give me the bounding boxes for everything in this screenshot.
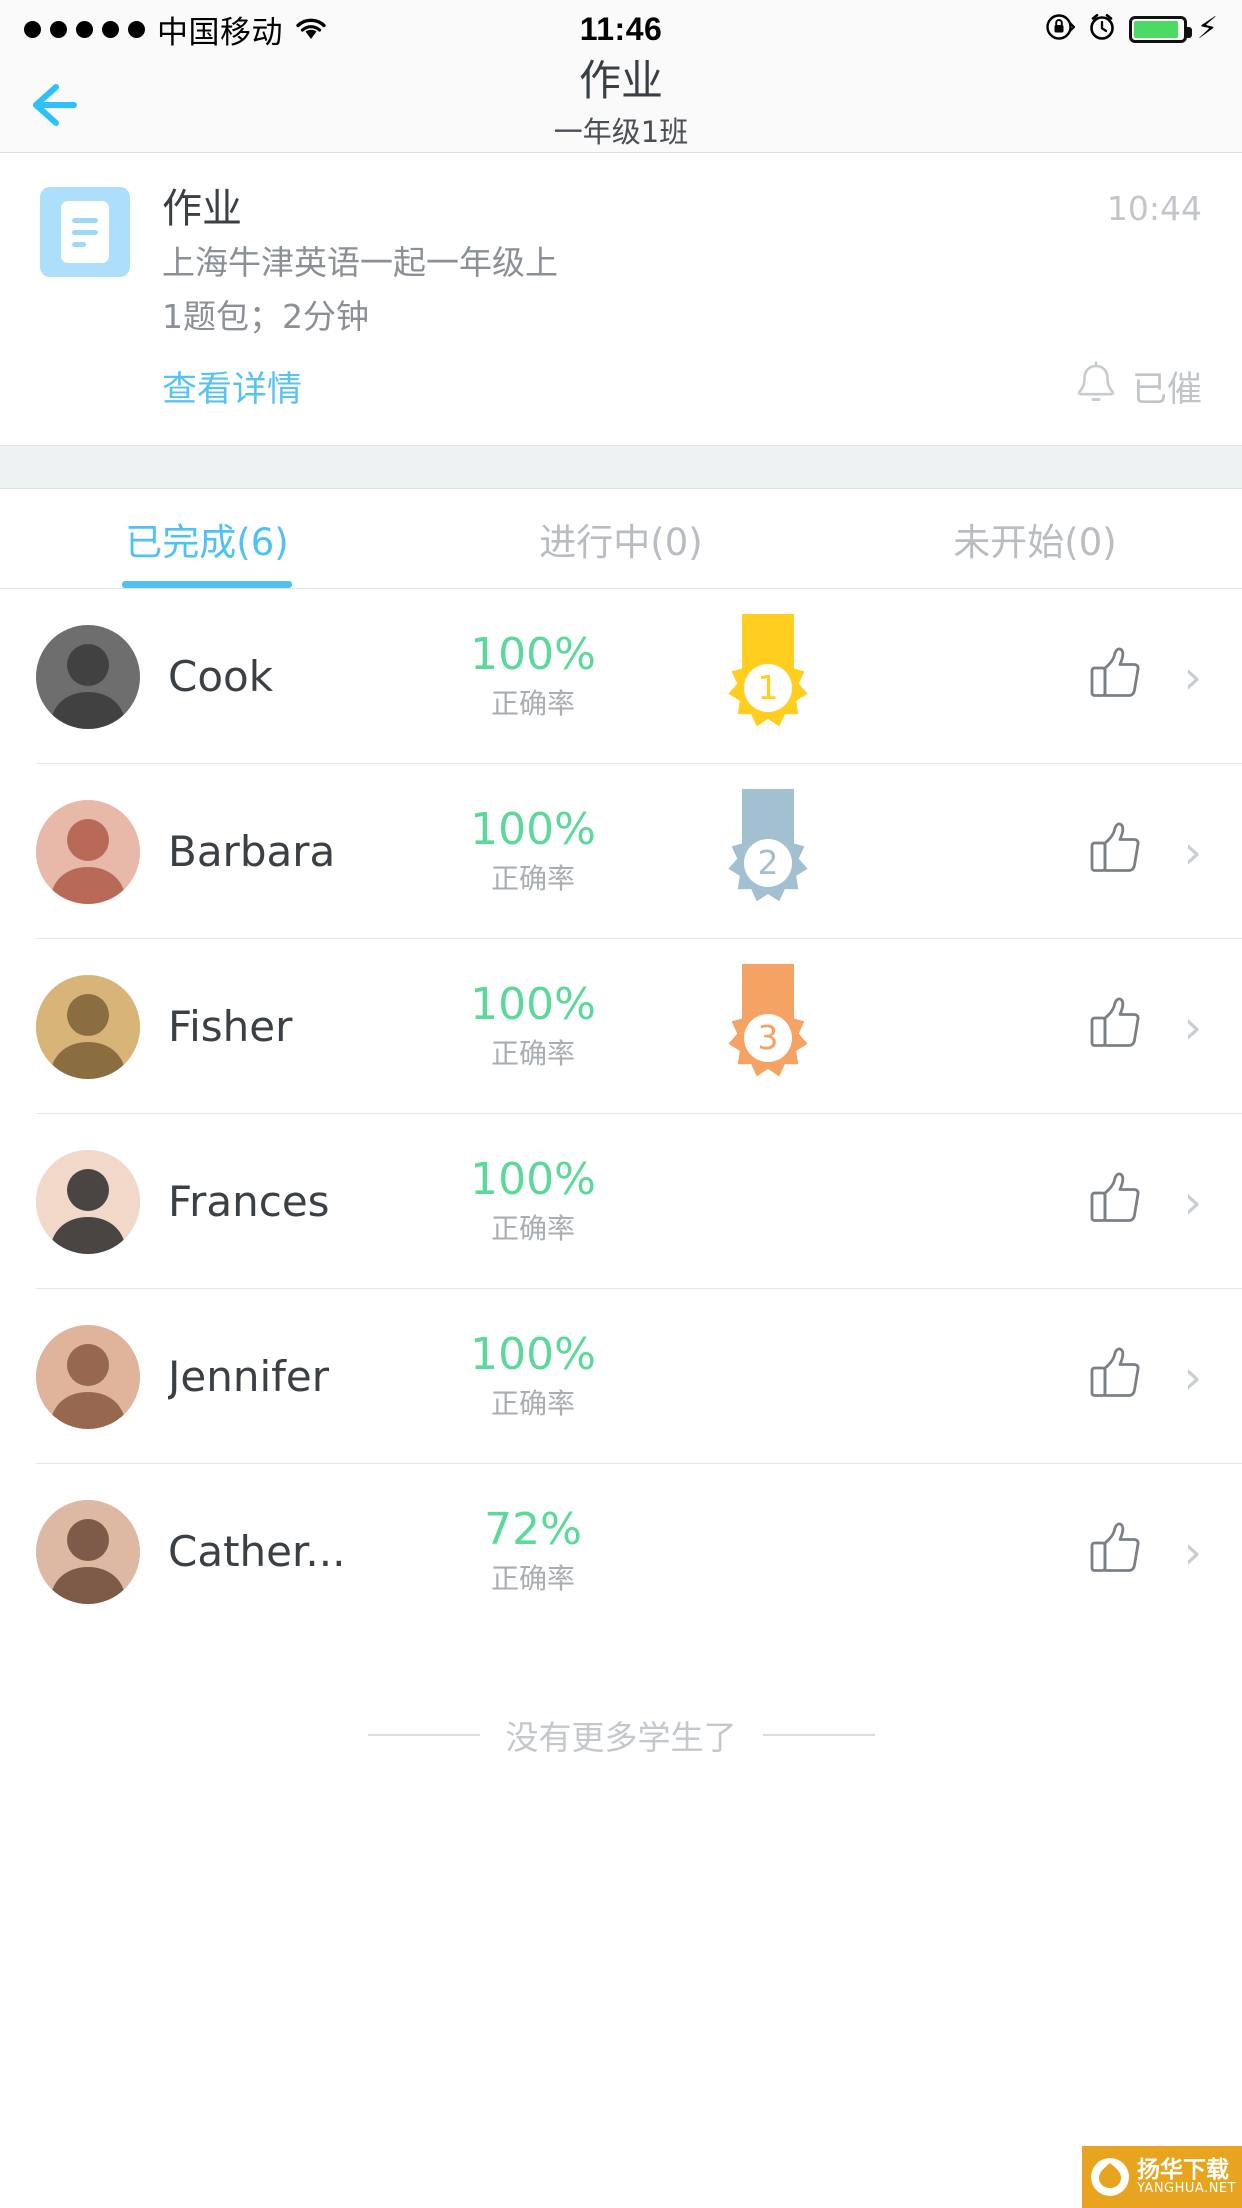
alarm-clock-icon — [1087, 12, 1117, 47]
status-bar-right: ⚡ — [1045, 12, 1218, 47]
status-bar: 中国移动 11:46 ⚡ — [0, 0, 1242, 58]
accuracy-value: 100% — [470, 1328, 596, 1380]
assignment-desc-line1: 上海牛津英语一起一年级上 — [162, 243, 558, 282]
table-row[interactable]: Jennifer 100% 正确率 › — [0, 1289, 1242, 1465]
accuracy-value: 100% — [470, 1153, 596, 1205]
accuracy-label: 正确率 — [490, 686, 575, 720]
list-end-footer: 没有更多学生了 — [0, 1639, 1242, 1759]
score-cell: 100% 正确率 — [428, 803, 638, 897]
footer-text: 没有更多学生了 — [505, 1718, 737, 1758]
avatar[interactable] — [36, 1149, 140, 1254]
rank-medal-icon: 1 — [638, 612, 898, 742]
student-name: Frances — [168, 1177, 330, 1227]
watermark: 扬华下载 YANGHUA.NET — [1082, 2146, 1242, 2208]
svg-text:3: 3 — [758, 1018, 779, 1057]
table-row[interactable]: Cook 100% 正确率 1 › — [0, 589, 1242, 765]
chevron-right-icon[interactable]: › — [1184, 1354, 1202, 1400]
score-cell: 100% 正确率 — [428, 628, 638, 722]
row-actions: › — [1088, 995, 1202, 1058]
student-name: Cather... — [168, 1527, 346, 1577]
charging-bolt-icon: ⚡ — [1196, 12, 1218, 45]
status-tabs: 已完成(6) 进行中(0) 未开始(0) — [0, 489, 1242, 590]
accuracy-label: 正确率 — [490, 1036, 575, 1070]
accuracy-label: 正确率 — [490, 1561, 575, 1595]
table-row[interactable]: Cather... 72% 正确率 › — [0, 1464, 1242, 1639]
avatar[interactable] — [36, 799, 140, 904]
rank-medal-icon: 2 — [638, 787, 898, 917]
score-cell: 100% 正确率 — [428, 1153, 638, 1247]
assignment-card-top: 作业 上海牛津英语一起一年级上 1题包；2分钟 — [40, 187, 1202, 338]
assignment-desc-line2: 1题包；2分钟 — [162, 296, 369, 336]
section-divider — [0, 445, 1242, 490]
navbar-titles: 作业 一年级1班 — [0, 55, 1242, 151]
navigation-bar: 作业 一年级1班 — [0, 58, 1242, 153]
assignment-time: 10:44 — [1106, 189, 1202, 228]
chevron-right-icon[interactable]: › — [1184, 1529, 1202, 1575]
avatar[interactable] — [36, 1324, 140, 1429]
view-detail-link[interactable]: 查看详情 — [162, 361, 302, 412]
row-actions: › — [1088, 1345, 1202, 1408]
student-list: Cook 100% 正确率 1 › Barbara 100% 正确率 2 › Fisher 100% 正… — [0, 589, 1242, 1640]
accuracy-label: 正确率 — [490, 861, 575, 895]
row-actions: › — [1088, 820, 1202, 883]
student-name: Cook — [168, 652, 274, 702]
rotation-lock-icon — [1045, 12, 1076, 47]
student-name: Fisher — [168, 1002, 293, 1052]
svg-text:1: 1 — [758, 668, 779, 707]
avatar[interactable] — [36, 624, 140, 729]
remind-label: 已催 — [1131, 370, 1202, 411]
page-title: 作业 — [578, 55, 663, 105]
watermark-line1: 扬华下载 — [1137, 2157, 1229, 2184]
chevron-right-icon[interactable]: › — [1184, 829, 1202, 875]
avatar[interactable] — [36, 974, 140, 1079]
score-cell: 72% 正确率 — [428, 1503, 638, 1597]
chevron-right-icon[interactable]: › — [1184, 1004, 1202, 1050]
student-name: Jennifer — [168, 1352, 330, 1402]
accuracy-value: 100% — [470, 978, 596, 1030]
footer-rule-left — [367, 1734, 480, 1737]
thumbs-up-icon[interactable] — [1088, 1170, 1144, 1233]
chevron-right-icon[interactable]: › — [1184, 1179, 1202, 1225]
accuracy-value: 100% — [470, 628, 596, 680]
thumbs-up-icon[interactable] — [1088, 1520, 1144, 1583]
assignment-card-body: 作业 上海牛津英语一起一年级上 1题包；2分钟 — [162, 187, 1202, 338]
row-actions: › — [1088, 645, 1202, 708]
assignment-card-actions: 查看详情 已催 — [40, 338, 1202, 445]
thumbs-up-icon[interactable] — [1088, 820, 1144, 883]
rank-medal-icon: 3 — [638, 962, 898, 1092]
score-cell: 100% 正确率 — [428, 1328, 638, 1422]
thumbs-up-icon[interactable] — [1088, 1345, 1144, 1408]
thumbs-up-icon[interactable] — [1088, 995, 1144, 1058]
watermark-line2: YANGHUA.NET — [1137, 2181, 1237, 2197]
table-row[interactable]: Fisher 100% 正确率 3 › — [0, 939, 1242, 1115]
accuracy-value: 100% — [470, 803, 596, 855]
remind-button[interactable]: 已催 — [1074, 360, 1202, 413]
accuracy-label: 正确率 — [490, 1386, 575, 1420]
tab-not-started[interactable]: 未开始(0) — [828, 489, 1242, 588]
watermark-text: 扬华下载 YANGHUA.NET — [1137, 2158, 1236, 2196]
phone-screen: 中国移动 11:46 ⚡ 作业 一年级1班 10:44 作业 上海牛津英语一起一… — [0, 0, 1242, 2208]
chevron-right-icon[interactable]: › — [1184, 654, 1202, 700]
row-actions: › — [1088, 1520, 1202, 1583]
watermark-logo-icon — [1090, 2157, 1130, 2197]
avatar[interactable] — [36, 1499, 140, 1604]
bell-icon — [1074, 360, 1118, 413]
svg-text:2: 2 — [758, 843, 779, 882]
tab-in-progress[interactable]: 进行中(0) — [414, 489, 828, 588]
footer-rule-right — [762, 1734, 875, 1737]
accuracy-label: 正确率 — [490, 1211, 575, 1245]
table-row[interactable]: Frances 100% 正确率 › — [0, 1114, 1242, 1290]
score-cell: 100% 正确率 — [428, 978, 638, 1072]
accuracy-value: 72% — [484, 1503, 582, 1555]
table-row[interactable]: Barbara 100% 正确率 2 › — [0, 764, 1242, 940]
thumbs-up-icon[interactable] — [1088, 645, 1144, 708]
tab-completed[interactable]: 已完成(6) — [0, 489, 414, 588]
student-name: Barbara — [168, 827, 336, 877]
row-actions: › — [1088, 1170, 1202, 1233]
assignment-card: 10:44 作业 上海牛津英语一起一年级上 1题包；2分钟 查看详情 已催 — [0, 153, 1242, 446]
page-subtitle: 一年级1班 — [553, 115, 689, 150]
assignment-title: 作业 — [162, 186, 242, 232]
document-icon — [40, 187, 130, 277]
battery-icon — [1128, 15, 1192, 43]
